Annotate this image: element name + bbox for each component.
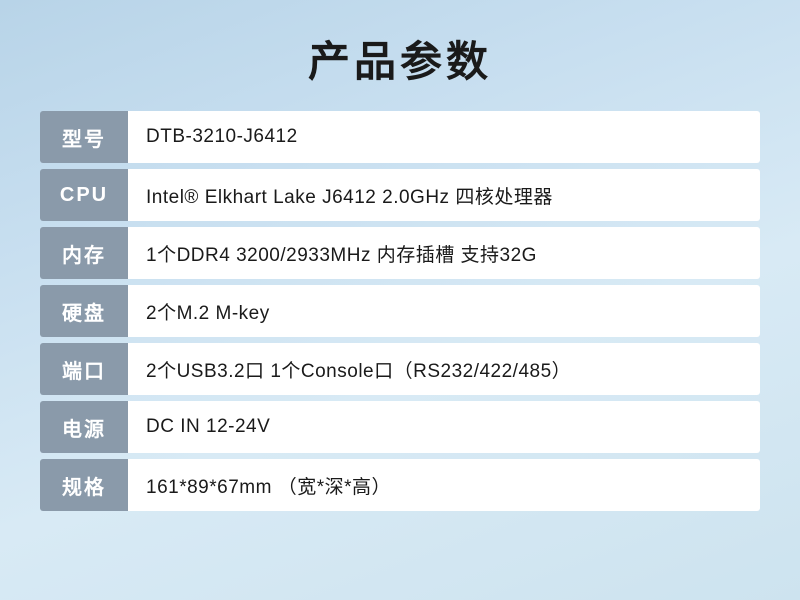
row-label-3: 硬盘 bbox=[40, 285, 128, 337]
row-value-5: DC IN 12-24V bbox=[128, 401, 760, 453]
table-row: 电源DC IN 12-24V bbox=[40, 401, 760, 453]
row-value-6: 161*89*67mm （宽*深*高） bbox=[128, 459, 760, 511]
row-label-5: 电源 bbox=[40, 401, 128, 453]
row-label-1: CPU bbox=[40, 169, 128, 221]
table-row: 规格161*89*67mm （宽*深*高） bbox=[40, 459, 760, 511]
table-row: 端口2个USB3.2口 1个Console口（RS232/422/485） bbox=[40, 343, 760, 395]
row-value-2: 1个DDR4 3200/2933MHz 内存插槽 支持32G bbox=[128, 227, 760, 279]
row-value-3: 2个M.2 M-key bbox=[128, 285, 760, 337]
table-row: 内存1个DDR4 3200/2933MHz 内存插槽 支持32G bbox=[40, 227, 760, 279]
row-label-4: 端口 bbox=[40, 343, 128, 395]
row-label-2: 内存 bbox=[40, 227, 128, 279]
table-row: 硬盘2个M.2 M-key bbox=[40, 285, 760, 337]
row-value-4: 2个USB3.2口 1个Console口（RS232/422/485） bbox=[128, 343, 760, 395]
row-value-0: DTB-3210-J6412 bbox=[128, 111, 760, 163]
specs-table: 型号DTB-3210-J6412CPUIntel® Elkhart Lake J… bbox=[40, 111, 760, 517]
row-value-1: Intel® Elkhart Lake J6412 2.0GHz 四核处理器 bbox=[128, 169, 760, 221]
row-label-6: 规格 bbox=[40, 459, 128, 511]
row-label-0: 型号 bbox=[40, 111, 128, 163]
page-title: 产品参数 bbox=[308, 28, 492, 89]
table-row: 型号DTB-3210-J6412 bbox=[40, 111, 760, 163]
table-row: CPUIntel® Elkhart Lake J6412 2.0GHz 四核处理… bbox=[40, 169, 760, 221]
